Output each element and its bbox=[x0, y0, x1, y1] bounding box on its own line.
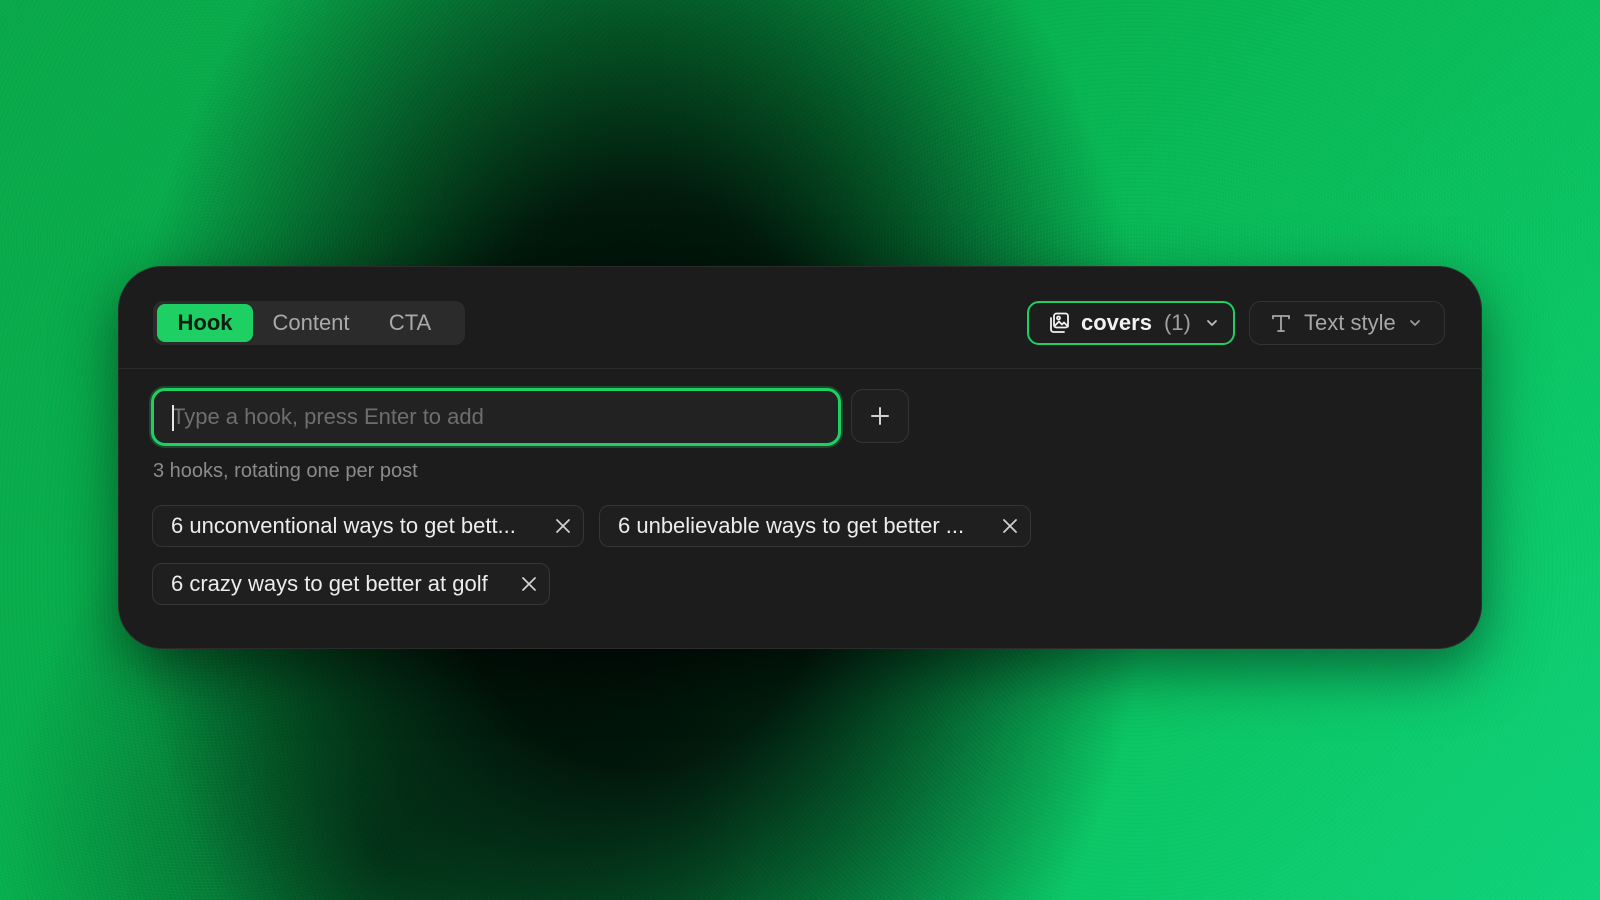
chevron-down-icon bbox=[1205, 316, 1219, 330]
add-hook-button[interactable] bbox=[851, 389, 909, 443]
hooks-status-text: 3 hooks, rotating one per post bbox=[153, 460, 418, 482]
hook-editor-panel: Hook Content CTA covers (1) Text style T… bbox=[118, 266, 1482, 649]
hook-input[interactable] bbox=[154, 391, 838, 443]
tab-hook[interactable]: Hook bbox=[157, 304, 253, 342]
hook-chip-label: 6 unbelievable ways to get better ... bbox=[618, 513, 965, 538]
text-style-label: Text style bbox=[1304, 310, 1396, 335]
image-stack-icon bbox=[1047, 311, 1071, 335]
text-style-dropdown-button[interactable]: Text style bbox=[1249, 301, 1445, 345]
close-icon[interactable] bbox=[509, 564, 549, 604]
close-icon[interactable] bbox=[543, 506, 583, 546]
plus-icon bbox=[869, 405, 891, 427]
close-icon[interactable] bbox=[990, 506, 1030, 546]
hook-input-wrapper bbox=[151, 388, 841, 446]
covers-count: (1) bbox=[1163, 310, 1191, 335]
covers-dropdown-button[interactable]: covers (1) bbox=[1027, 301, 1235, 345]
tab-group: Hook Content CTA bbox=[153, 301, 465, 345]
panel-header: Hook Content CTA covers (1) Text style bbox=[119, 267, 1481, 369]
hook-chip-label: 6 unconventional ways to get bett... bbox=[171, 513, 516, 538]
hook-chip: 6 unconventional ways to get bett... bbox=[152, 505, 584, 547]
hook-chip-label: 6 crazy ways to get better at golf bbox=[171, 571, 488, 596]
tab-content[interactable]: Content bbox=[253, 304, 369, 342]
chevron-down-icon bbox=[1408, 316, 1422, 330]
text-t-icon bbox=[1270, 312, 1292, 334]
text-caret bbox=[172, 405, 174, 431]
hook-chip: 6 crazy ways to get better at golf bbox=[152, 563, 550, 605]
hook-chip: 6 unbelievable ways to get better ... bbox=[599, 505, 1031, 547]
tab-cta[interactable]: CTA bbox=[369, 304, 451, 342]
covers-label: covers bbox=[1081, 310, 1152, 335]
